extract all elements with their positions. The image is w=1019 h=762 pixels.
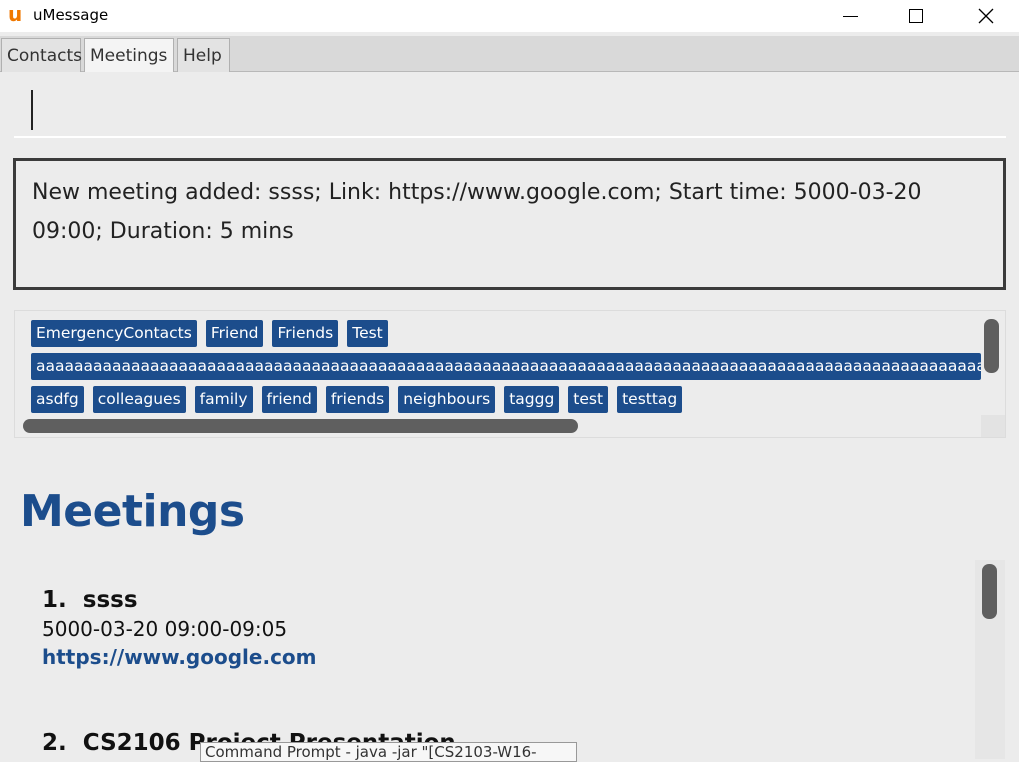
result-display: New meeting added: ssss; Link: https://w…: [13, 158, 1006, 290]
tag-row-3: asdfg colleagues family friend friends n…: [31, 386, 683, 414]
tag[interactable]: aaaaaaaaaaaaaaaaaaaaaaaaaaaaaaaaaaaaaaaa…: [31, 353, 981, 380]
tab-meetings[interactable]: Meetings: [84, 38, 174, 72]
text-caret: [31, 90, 33, 130]
taskbar-tooltip: Command Prompt - java -jar "[CS2103-W16-: [200, 742, 577, 762]
tab-help[interactable]: Help: [177, 38, 230, 72]
tag[interactable]: asdfg: [31, 386, 84, 413]
close-button[interactable]: [962, 0, 1010, 32]
tag[interactable]: testtag: [617, 386, 683, 413]
meeting-time: 5000-03-20 09:00-09:05: [42, 617, 288, 641]
close-icon: [978, 8, 994, 24]
app-logo-icon: u: [8, 2, 23, 26]
tag[interactable]: test: [568, 386, 609, 413]
meeting-title: 1. ssss: [42, 587, 317, 613]
meeting-list: 1. ssss 5000-03-20 09:00-09:05 https://w…: [0, 560, 975, 759]
result-message: New meeting added: ssss; Link: https://w…: [32, 180, 922, 244]
tag-vertical-scrollbar[interactable]: [984, 319, 999, 373]
tag-horizontal-scrollbar-track: [23, 419, 989, 433]
minimize-button[interactable]: [826, 0, 874, 32]
meeting-list-scrollbar[interactable]: [982, 564, 997, 619]
command-input[interactable]: [14, 80, 1006, 138]
window-title: uMessage: [33, 6, 109, 24]
minimize-icon: [842, 15, 858, 17]
meeting-list-scrollbar-track: [975, 560, 1005, 759]
meeting-name: ssss: [82, 587, 138, 613]
tag[interactable]: Friends: [272, 320, 339, 347]
meeting-index: 2.: [42, 730, 67, 756]
tag[interactable]: friends: [325, 386, 390, 413]
tag[interactable]: Friend: [205, 320, 264, 347]
tag[interactable]: colleagues: [92, 386, 186, 413]
tag-row-2: aaaaaaaaaaaaaaaaaaaaaaaaaaaaaaaaaaaaaaaa…: [31, 353, 981, 381]
maximize-icon: [909, 9, 923, 23]
meeting-link[interactable]: https://www.google.com: [42, 645, 317, 669]
meeting-index: 1.: [42, 587, 67, 613]
tag[interactable]: taggg: [504, 386, 560, 413]
tag-row-1: EmergencyContacts Friend Friends Test: [31, 320, 388, 348]
tag-horizontal-scrollbar[interactable]: [23, 419, 578, 433]
title-bar: u uMessage: [0, 0, 1019, 32]
tag[interactable]: family: [194, 386, 253, 413]
tag[interactable]: Test: [347, 320, 388, 347]
list-item[interactable]: 1. ssss 5000-03-20 09:00-09:05 https://w…: [42, 587, 317, 669]
tag-panel: EmergencyContacts Friend Friends Test aa…: [14, 310, 1006, 438]
scroll-corner: [981, 415, 1005, 437]
tag[interactable]: neighbours: [398, 386, 496, 413]
meetings-heading: Meetings: [20, 486, 245, 537]
tag[interactable]: EmergencyContacts: [31, 320, 197, 347]
maximize-button[interactable]: [892, 0, 940, 32]
tag[interactable]: friend: [261, 386, 317, 413]
tab-contacts[interactable]: Contacts: [1, 38, 82, 72]
tab-bar: Contacts Meetings Help: [0, 36, 1019, 72]
